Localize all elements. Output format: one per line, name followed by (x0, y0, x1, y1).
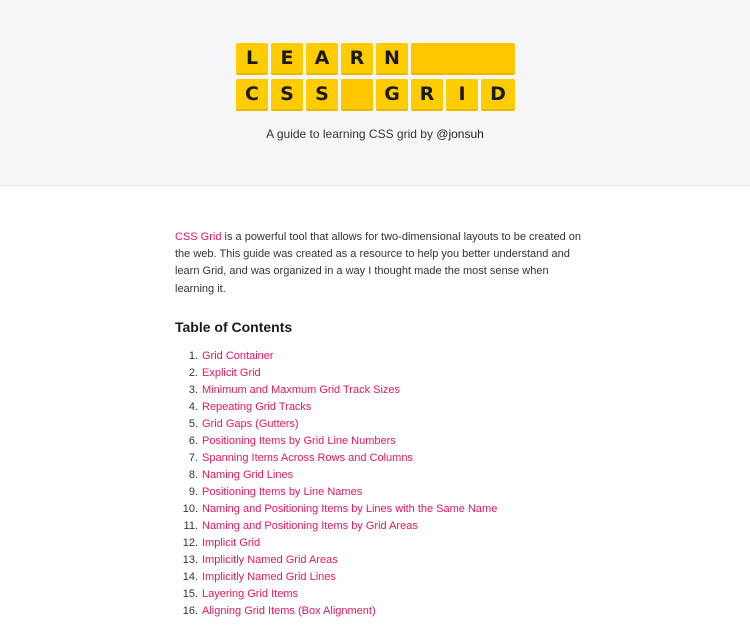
logo-tile: R (341, 43, 373, 75)
toc-item-number: 4. (188, 401, 198, 413)
toc-link[interactable]: Implicitly Named Grid Areas (202, 554, 338, 566)
tagline: A guide to learning CSS grid by @jonsuh (0, 127, 750, 141)
toc-item: 11. Naming and Positioning Items by Grid … (175, 518, 585, 535)
toc-item: 5. Grid Gaps (Gutters) (175, 416, 585, 433)
toc-link[interactable]: Naming Grid Lines (202, 469, 293, 481)
logo-tile: C (236, 79, 268, 111)
tagline-text: A guide to learning CSS grid by (266, 127, 437, 141)
logo-tile: L (236, 43, 268, 75)
toc-heading: Table of Contents (175, 319, 293, 335)
toc-item-number: 16. (182, 605, 198, 617)
logo-tile: A (306, 43, 338, 75)
toc-item: 7. Spanning Items Across Rows and Columns (175, 450, 585, 467)
toc-item: 9. Positioning Items by Line Names (175, 484, 585, 501)
toc-link[interactable]: Positioning Items by Line Names (202, 486, 362, 498)
toc-link[interactable]: Implicit Grid (202, 537, 260, 549)
toc-link[interactable]: Grid Gaps (Gutters) (202, 418, 299, 430)
logo-tile: N (376, 43, 408, 75)
page-header: L E A R N C S S G R I D A guide to learn… (0, 0, 750, 186)
intro-text: is a powerful tool that allows for two-d… (175, 231, 581, 295)
toc-item-number: 10. (182, 503, 198, 515)
logo-tile: S (306, 79, 338, 111)
toc-link[interactable]: Naming and Positioning Items by Grid Are… (202, 520, 418, 532)
toc-item-number: 2. (188, 367, 198, 379)
toc-item-number: 7. (188, 452, 198, 464)
css-grid-link[interactable]: CSS Grid (175, 231, 221, 243)
logo-tile: R (411, 79, 443, 111)
logo-filler-tile (341, 79, 373, 111)
toc-link[interactable]: Aligning Grid Items (Box Alignment) (202, 605, 376, 617)
toc-item: 16. Aligning Grid Items (Box Alignment) (175, 603, 585, 620)
toc-link[interactable]: Minimum and Maxmum Grid Track Sizes (202, 384, 400, 396)
toc-item: 3. Minimum and Maxmum Grid Track Sizes (175, 382, 585, 399)
toc-item-number: 1. (188, 350, 198, 362)
toc-link[interactable]: Repeating Grid Tracks (202, 401, 311, 413)
toc-item: 8. Naming Grid Lines (175, 467, 585, 484)
toc-item-number: 6. (188, 435, 198, 447)
logo-tile: S (271, 79, 303, 111)
toc-item: 10. Naming and Positioning Items by Lines… (175, 501, 585, 518)
toc-item: 4. Repeating Grid Tracks (175, 399, 585, 416)
toc-item-number: 14. (182, 571, 198, 583)
learn-css-grid-logo[interactable]: L E A R N C S S G R I D (236, 43, 515, 111)
main-content: CSS Grid is a powerful tool that allows … (175, 229, 585, 617)
toc-item-number: 5. (188, 418, 198, 430)
toc-item: 6. Positioning Items by Grid Line Numbers (175, 433, 585, 450)
toc-item: 13. Implicitly Named Grid Areas (175, 552, 585, 569)
toc-item: 2. Explicit Grid (175, 365, 585, 382)
toc-item-number: 3. (188, 384, 198, 396)
toc-item-number: 15. (182, 588, 198, 600)
toc-link[interactable]: Layering Grid Items (202, 588, 298, 600)
logo-tile: E (271, 43, 303, 75)
toc-link[interactable]: Spanning Items Across Rows and Columns (202, 452, 413, 464)
toc-item-number: 13. (182, 554, 198, 566)
toc-link[interactable]: Implicitly Named Grid Lines (202, 571, 336, 583)
toc-link[interactable]: Explicit Grid (202, 367, 261, 379)
logo-filler-tile (411, 43, 515, 75)
toc-link[interactable]: Positioning Items by Grid Line Numbers (202, 435, 396, 447)
logo-tile: I (446, 79, 478, 111)
toc-item-number: 11. (183, 520, 198, 532)
toc-item: 1. Grid Container (175, 348, 585, 365)
table-of-contents: 1. Grid Container 2. Explicit Grid 3. Minimum… (175, 348, 585, 620)
intro-paragraph: CSS Grid is a powerful tool that allows … (175, 229, 585, 298)
toc-item-number: 8. (188, 469, 198, 481)
toc-link[interactable]: Grid Container (202, 350, 274, 362)
author-handle: @jonsuh (436, 127, 484, 141)
logo-tile: G (376, 79, 408, 111)
toc-link[interactable]: Naming and Positioning Items by Lines wi… (202, 503, 497, 515)
toc-item-number: 12. (182, 537, 198, 549)
toc-item-number: 9. (188, 486, 198, 498)
logo-tile: D (481, 79, 515, 111)
toc-item: 15. Layering Grid Items (175, 586, 585, 603)
toc-item: 14. Implicitly Named Grid Lines (175, 569, 585, 586)
toc-item: 12. Implicit Grid (175, 535, 585, 552)
